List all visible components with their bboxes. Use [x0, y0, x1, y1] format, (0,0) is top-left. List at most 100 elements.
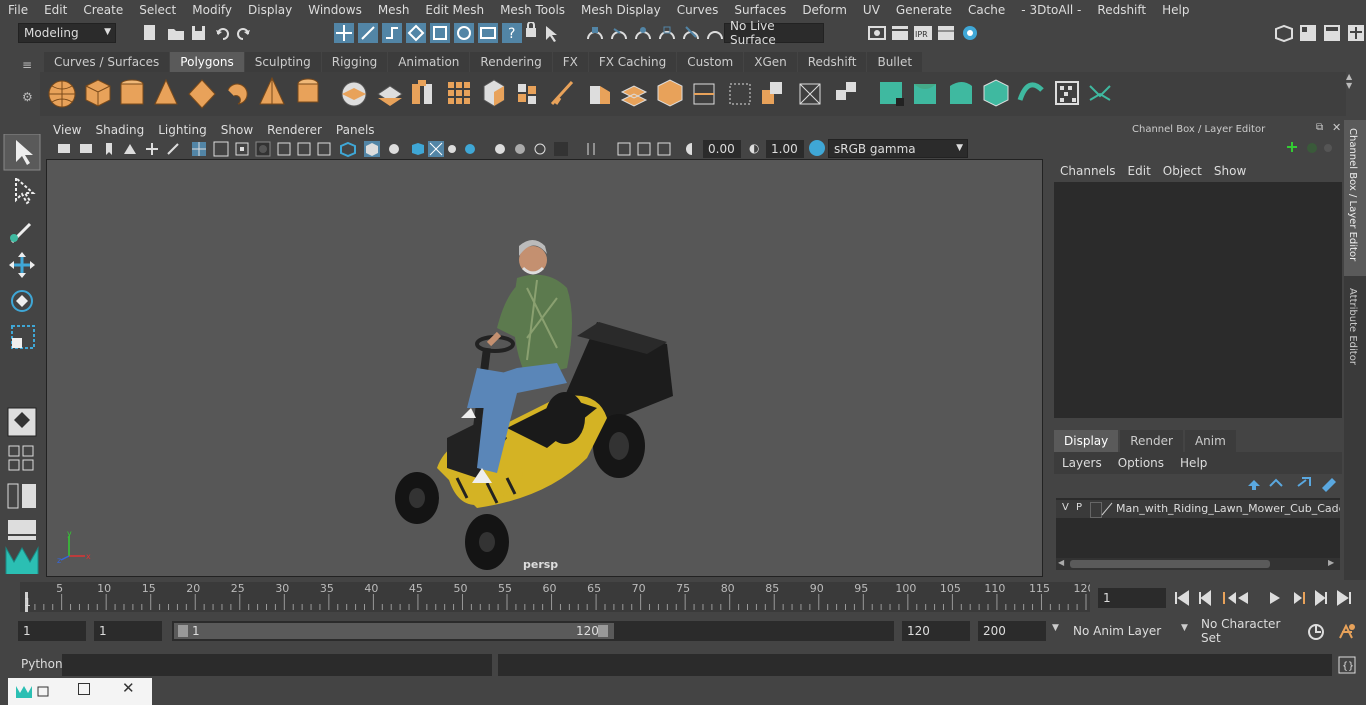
current-frame-field[interactable]: 1: [1098, 588, 1166, 608]
layer-name[interactable]: Man_with_Riding_Lawn_Mower_Cub_Cadet: [1116, 502, 1340, 515]
shelf-tab-redshift[interactable]: Redshift: [797, 52, 867, 72]
menu-generate[interactable]: Generate: [888, 3, 960, 17]
playback-toggle[interactable]: P: [1076, 502, 1082, 513]
layer-scrollbar[interactable]: ◀ ▶: [1056, 558, 1340, 570]
menu-curves[interactable]: Curves: [669, 3, 727, 17]
shelf-tab-animation[interactable]: Animation: [388, 52, 470, 72]
viewport-menu-lighting[interactable]: Lighting: [151, 121, 214, 139]
menu-select[interactable]: Select: [131, 3, 184, 17]
command-language-label[interactable]: Python: [21, 657, 63, 671]
shelf-tab-fx-caching[interactable]: FX Caching: [588, 52, 677, 72]
shelf-tab-xgen[interactable]: XGen: [744, 52, 797, 72]
layer-display-icon[interactable]: [1100, 502, 1114, 516]
visibility-toggle[interactable]: V: [1062, 502, 1069, 513]
viewport-menu-view[interactable]: View: [46, 121, 88, 139]
range-end-grip[interactable]: [598, 625, 608, 637]
shelf-scroll-arrows[interactable]: ▲ ▼: [1346, 72, 1358, 116]
side-tab-attribute-editor[interactable]: Attribute Editor: [1344, 280, 1366, 376]
menu-deform[interactable]: Deform: [794, 3, 855, 17]
shelf-tab-fx[interactable]: FX: [552, 52, 588, 72]
menu-display[interactable]: Display: [240, 3, 300, 17]
menu-3dtoall[interactable]: - 3DtoAll -: [1013, 3, 1089, 17]
channel-box-menu-object[interactable]: Object: [1159, 162, 1210, 180]
side-tab-channel-box[interactable]: Channel Box / Layer Editor: [1344, 120, 1366, 276]
perspective-viewport[interactable]: x y z persp: [46, 159, 1043, 577]
menu-cache[interactable]: Cache: [960, 3, 1013, 17]
playback-end-field[interactable]: 120: [902, 621, 970, 641]
color-space-dropdown[interactable]: sRGB gamma ▼: [828, 139, 968, 158]
chevron-down-icon[interactable]: ▼: [1052, 623, 1059, 633]
scroll-left-icon[interactable]: ◀: [1058, 558, 1064, 567]
layer-tab-render[interactable]: Render: [1120, 430, 1183, 452]
snap-icons[interactable]: [584, 23, 724, 43]
selection-mode-icons[interactable]: ?: [330, 22, 570, 44]
close-icon[interactable]: ✕: [122, 679, 135, 697]
shelf-tab-curves-surfaces[interactable]: Curves / Surfaces: [44, 52, 170, 72]
color-management-icon[interactable]: [809, 140, 825, 156]
workspace-icons[interactable]: [1270, 23, 1366, 43]
menu-mesh-display[interactable]: Mesh Display: [573, 3, 669, 17]
shelf-tab-polygons[interactable]: Polygons: [170, 52, 244, 72]
layer-menu-help[interactable]: Help: [1172, 452, 1215, 474]
end-frame-field[interactable]: 200: [978, 621, 1046, 641]
minimized-window[interactable]: ✕: [8, 678, 152, 705]
float-icon[interactable]: ⧉: [1316, 122, 1323, 133]
shelf-tab-rigging[interactable]: Rigging: [321, 52, 388, 72]
channel-box-menu-show[interactable]: Show: [1210, 162, 1254, 180]
menu-file[interactable]: File: [0, 3, 36, 17]
layer-action-icons[interactable]: [1244, 476, 1340, 492]
time-slider-ticks[interactable]: 5 10 15 20 25 30 35 40 45 50 55 60 65 70 75 80 85 90 95 100…: [20, 582, 1090, 612]
layer-tab-display[interactable]: Display: [1054, 430, 1119, 452]
maximize-icon[interactable]: [78, 683, 90, 695]
range-slider-handle[interactable]: 1 120: [174, 623, 614, 639]
tool-icons[interactable]: [2, 134, 42, 574]
channel-box-menu-edit[interactable]: Edit: [1124, 162, 1159, 180]
man-riding-lawn-mower-model[interactable]: [387, 238, 697, 576]
gamma-icon[interactable]: ◐: [749, 141, 759, 155]
menu-help[interactable]: Help: [1154, 3, 1197, 17]
range-start-grip[interactable]: [178, 625, 188, 637]
chevron-down-icon[interactable]: ▼: [1181, 623, 1188, 633]
anim-layer-dropdown[interactable]: No Anim Layer: [1068, 621, 1178, 641]
menu-redshift[interactable]: Redshift: [1089, 3, 1154, 17]
mode-dropdown[interactable]: Modeling ▼: [18, 23, 116, 43]
gamma-field[interactable]: 1.00: [766, 140, 804, 158]
viewport-menu-shading[interactable]: Shading: [88, 121, 151, 139]
layer-row[interactable]: V P Man_with_Riding_Lawn_Mower_Cub_Cadet: [1056, 500, 1340, 518]
layer-tab-anim[interactable]: Anim: [1184, 430, 1236, 452]
menu-create[interactable]: Create: [75, 3, 131, 17]
menu-windows[interactable]: Windows: [300, 3, 370, 17]
menu-icon[interactable]: ≡: [22, 58, 32, 72]
menu-uv[interactable]: UV: [855, 3, 888, 17]
viewport-menu-show[interactable]: Show: [214, 121, 260, 139]
menu-modify[interactable]: Modify: [184, 3, 240, 17]
scroll-right-icon[interactable]: ▶: [1328, 558, 1334, 567]
polygon-tool-icons[interactable]: [40, 72, 1346, 116]
file-icons[interactable]: [140, 24, 260, 42]
channel-box-icons[interactable]: [1284, 140, 1334, 156]
time-slider[interactable]: 5 10 15 20 25 30 35 40 45 50 55 60 65 70 75 80 85 90 95 100…: [20, 582, 1090, 612]
gear-icon[interactable]: ⚙: [22, 90, 33, 104]
playback-controls[interactable]: [1172, 588, 1362, 608]
anim-prefs-icons[interactable]: [1306, 622, 1362, 642]
shelf-tab-sculpting[interactable]: Sculpting: [244, 52, 321, 72]
viewport-menu-renderer[interactable]: Renderer: [260, 121, 329, 139]
menu-mesh-tools[interactable]: Mesh Tools: [492, 3, 573, 17]
shelf-tab-rendering[interactable]: Rendering: [470, 52, 552, 72]
exposure-field[interactable]: 0.00: [703, 140, 741, 158]
playback-start-field[interactable]: 1: [94, 621, 162, 641]
character-set-dropdown[interactable]: No Character Set: [1196, 617, 1300, 645]
viewport-menu-panels[interactable]: Panels: [329, 121, 382, 139]
start-frame-field[interactable]: 1: [18, 621, 86, 641]
shelf-tab-custom[interactable]: Custom: [677, 52, 744, 72]
menu-edit-mesh[interactable]: Edit Mesh: [417, 3, 492, 17]
menu-edit[interactable]: Edit: [36, 3, 75, 17]
range-slider-track[interactable]: 1 120: [172, 621, 894, 641]
menu-surfaces[interactable]: Surfaces: [726, 3, 794, 17]
layer-menu-layers[interactable]: Layers: [1054, 452, 1110, 474]
menu-mesh[interactable]: Mesh: [370, 3, 418, 17]
script-editor-icon[interactable]: {}: [1338, 656, 1358, 674]
layer-menu-options[interactable]: Options: [1110, 452, 1172, 474]
command-input[interactable]: [62, 654, 492, 676]
channel-box-menu-channels[interactable]: Channels: [1056, 162, 1124, 180]
